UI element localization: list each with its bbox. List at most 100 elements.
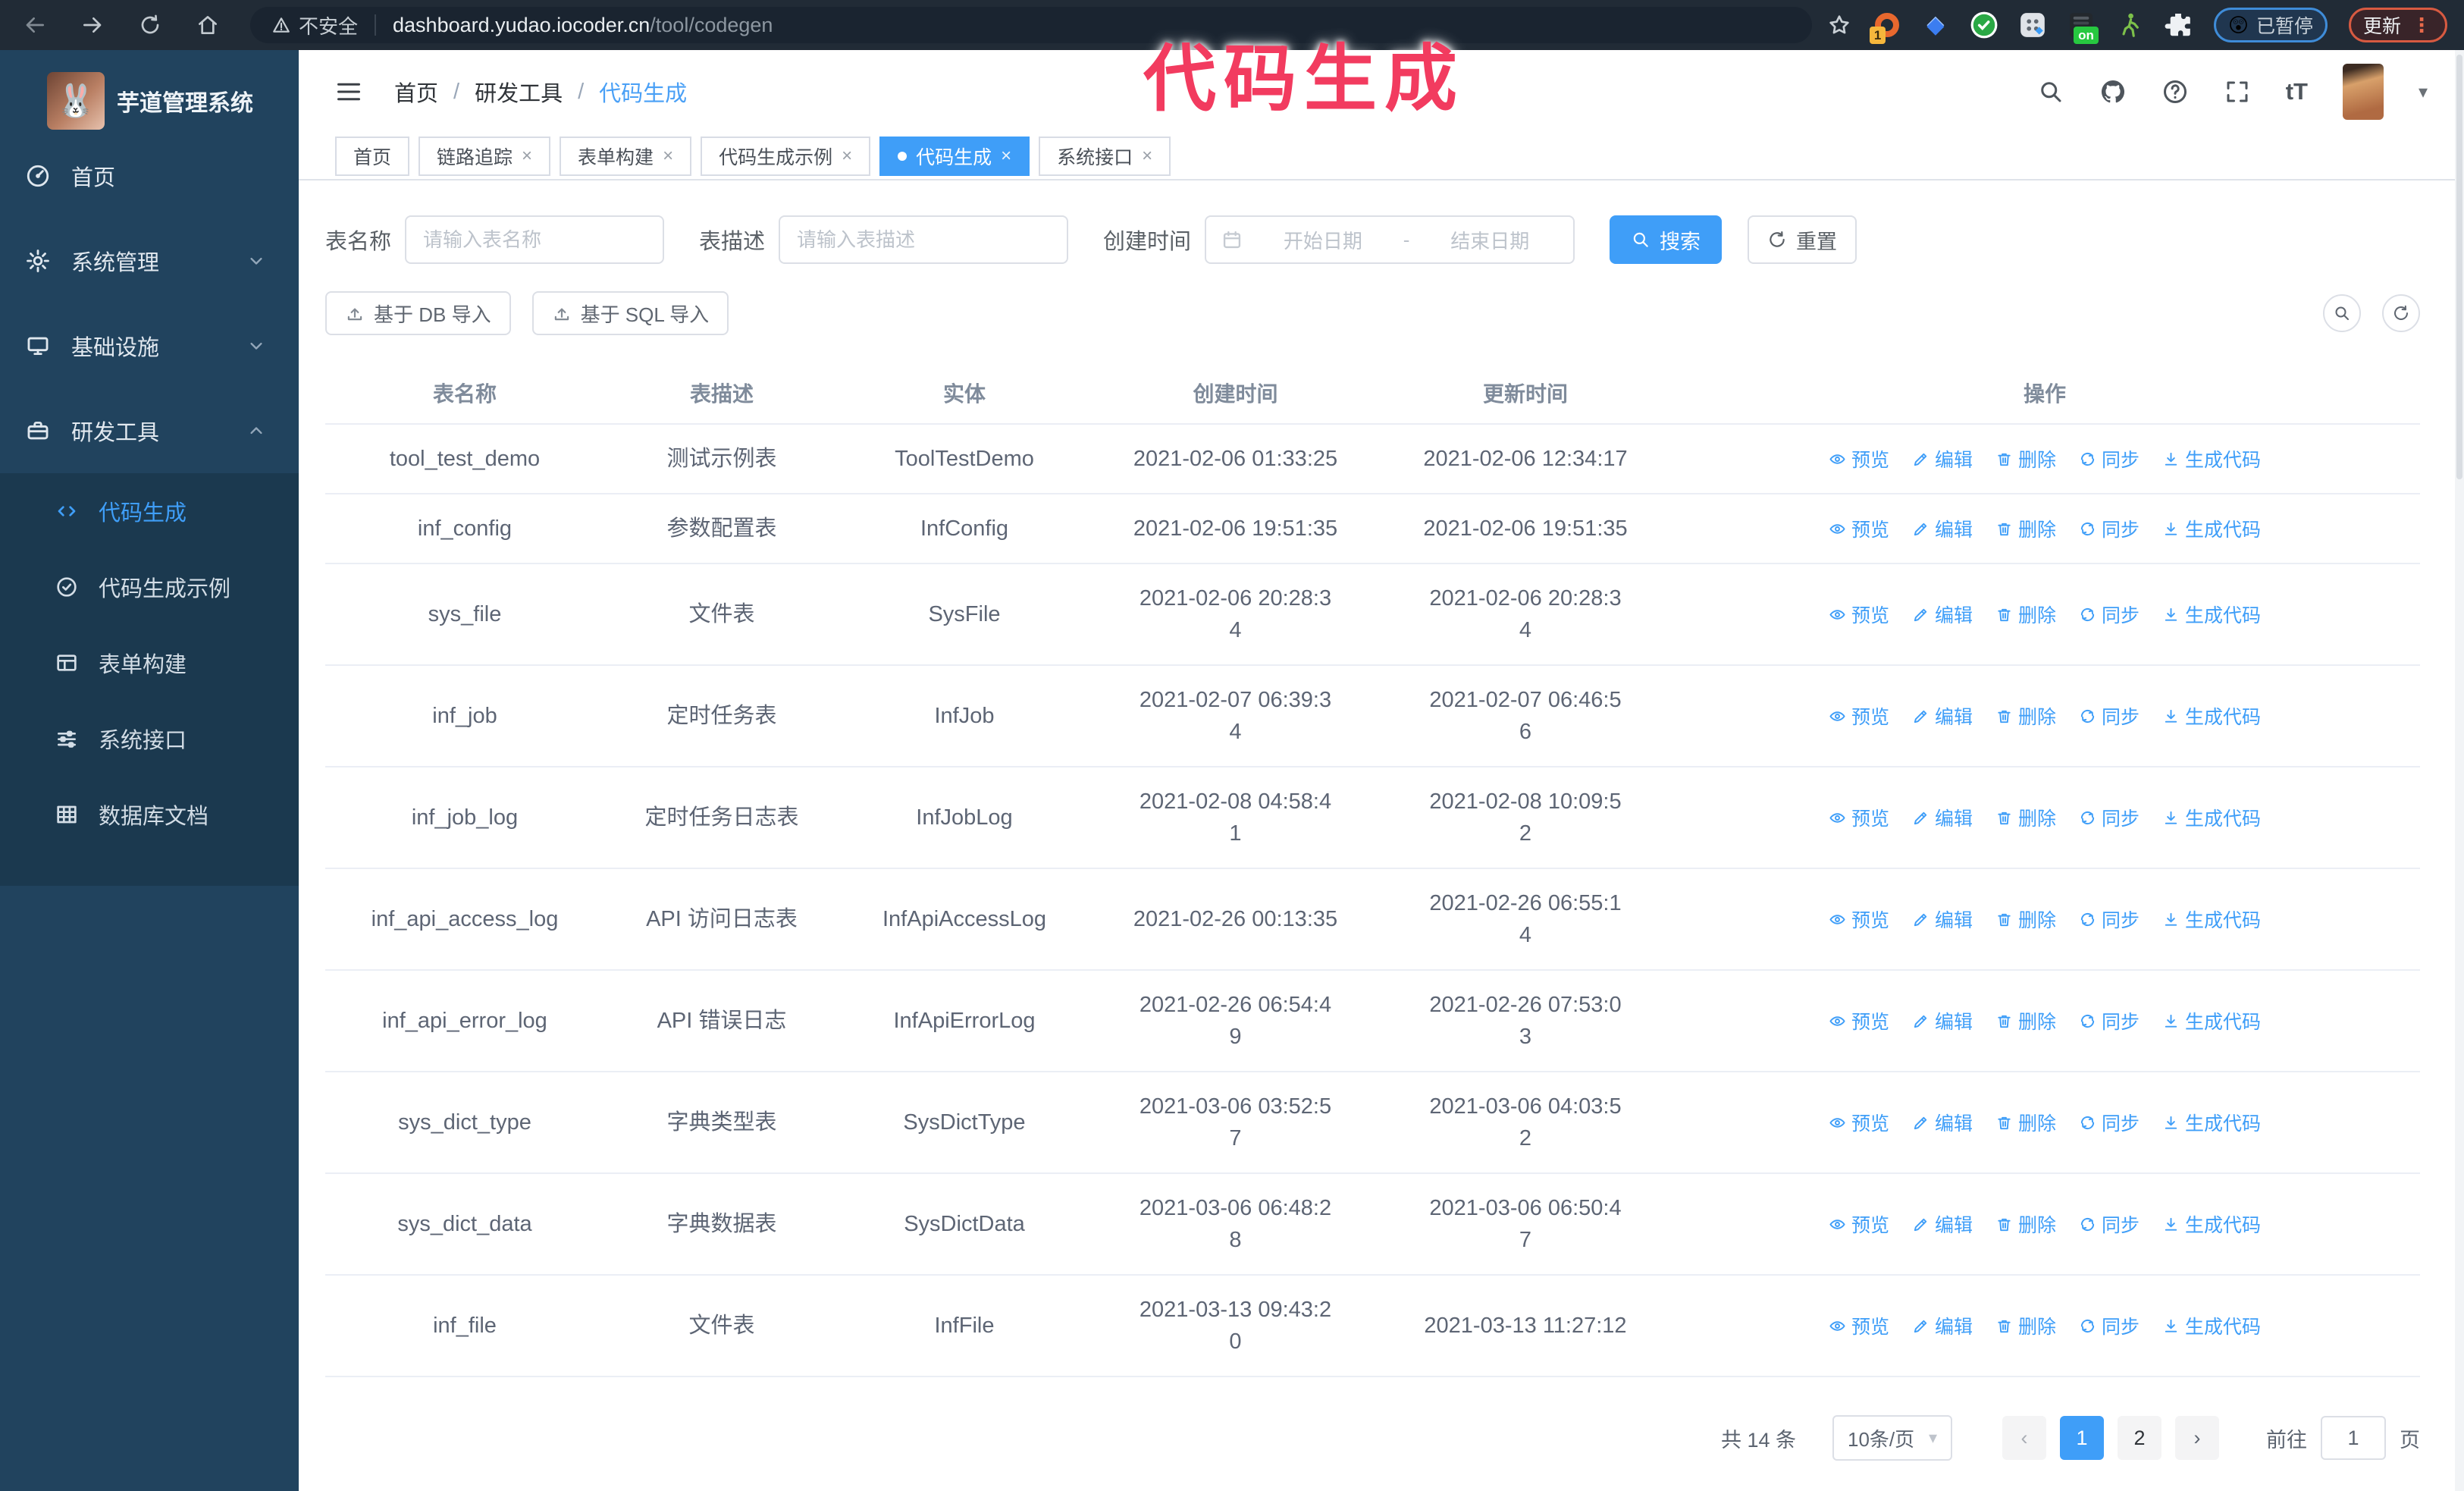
ext-puzzle-icon[interactable] xyxy=(2164,11,2193,39)
address-bar[interactable]: 不安全 dashboard.yudao.iocoder.cn/tool/code… xyxy=(250,7,1812,43)
action-删除[interactable]: 删除 xyxy=(1995,515,2056,542)
user-avatar[interactable] xyxy=(2342,64,2384,120)
github-icon[interactable] xyxy=(2099,78,2127,105)
action-预览[interactable]: 预览 xyxy=(1829,906,1889,933)
import-db-button[interactable]: 基于 DB 导入 xyxy=(325,291,511,335)
ext-blue-gem-icon[interactable] xyxy=(1921,11,1950,39)
search-button[interactable]: 搜索 xyxy=(1610,215,1723,264)
start-date-placeholder[interactable]: 开始日期 xyxy=(1255,226,1391,254)
prev-page-button[interactable]: ‹ xyxy=(2002,1416,2046,1460)
sidebar-item-devtools[interactable]: 研发工具 xyxy=(0,388,299,473)
sidebar-item-db-doc[interactable]: 数据库文档 xyxy=(0,777,299,852)
action-生成代码[interactable]: 生成代码 xyxy=(2162,804,2261,831)
kebab-menu-icon[interactable]: ⋮ xyxy=(2412,14,2433,37)
sidebar-item-infra[interactable]: 基础设施 xyxy=(0,303,299,388)
close-icon[interactable]: × xyxy=(1142,147,1152,165)
end-date-placeholder[interactable]: 结束日期 xyxy=(1422,226,1558,254)
bookmark-star-icon[interactable] xyxy=(1827,13,1851,37)
page-size-select[interactable]: 10条/页 ▾ xyxy=(1832,1415,1952,1461)
action-编辑[interactable]: 编辑 xyxy=(1912,1210,1973,1238)
action-删除[interactable]: 删除 xyxy=(1995,1007,2056,1034)
action-编辑[interactable]: 编辑 xyxy=(1912,1109,1973,1136)
security-label[interactable]: 不安全 xyxy=(299,11,358,39)
action-同步[interactable]: 同步 xyxy=(2079,906,2140,933)
action-生成代码[interactable]: 生成代码 xyxy=(2162,601,2261,628)
hamburger-icon[interactable] xyxy=(335,78,362,105)
action-删除[interactable]: 删除 xyxy=(1995,804,2056,831)
action-删除[interactable]: 删除 xyxy=(1995,906,2056,933)
update-button[interactable]: 更新 ⋮ xyxy=(2348,8,2447,42)
action-生成代码[interactable]: 生成代码 xyxy=(2162,515,2261,542)
import-sql-button[interactable]: 基于 SQL 导入 xyxy=(531,291,729,335)
ext-dark-on-icon[interactable]: on xyxy=(2067,11,2099,44)
tab-代码生成示例[interactable]: 代码生成示例 × xyxy=(701,137,871,176)
action-编辑[interactable]: 编辑 xyxy=(1912,445,1973,472)
action-编辑[interactable]: 编辑 xyxy=(1912,601,1973,628)
action-同步[interactable]: 同步 xyxy=(2079,1007,2140,1034)
ext-green-check-icon[interactable] xyxy=(1970,11,1998,39)
action-编辑[interactable]: 编辑 xyxy=(1912,515,1973,542)
action-删除[interactable]: 删除 xyxy=(1995,702,2056,730)
forward-icon[interactable] xyxy=(80,13,105,37)
action-生成代码[interactable]: 生成代码 xyxy=(2162,1210,2261,1238)
action-同步[interactable]: 同步 xyxy=(2079,1210,2140,1238)
back-icon[interactable] xyxy=(23,13,47,37)
action-预览[interactable]: 预览 xyxy=(1829,804,1889,831)
home-icon[interactable] xyxy=(196,13,220,37)
fullscreen-icon[interactable] xyxy=(2224,78,2251,105)
action-同步[interactable]: 同步 xyxy=(2079,702,2140,730)
tab-代码生成[interactable]: 代码生成 × xyxy=(879,137,1030,176)
toggle-search-button[interactable] xyxy=(2323,294,2361,332)
close-icon[interactable]: × xyxy=(522,147,532,165)
action-删除[interactable]: 删除 xyxy=(1995,1210,2056,1238)
refresh-table-button[interactable] xyxy=(2382,294,2420,332)
action-生成代码[interactable]: 生成代码 xyxy=(2162,702,2261,730)
action-预览[interactable]: 预览 xyxy=(1829,601,1889,628)
action-同步[interactable]: 同步 xyxy=(2079,515,2140,542)
page-button-2[interactable]: 2 xyxy=(2118,1416,2161,1460)
action-生成代码[interactable]: 生成代码 xyxy=(2162,1007,2261,1034)
action-删除[interactable]: 删除 xyxy=(1995,1109,2056,1136)
ext-green-figure-icon[interactable] xyxy=(2115,11,2144,39)
table-name-input[interactable] xyxy=(405,215,665,264)
search-icon[interactable] xyxy=(2037,78,2064,105)
action-同步[interactable]: 同步 xyxy=(2079,1312,2140,1339)
close-icon[interactable]: × xyxy=(842,147,852,165)
breadcrumb-devtools[interactable]: 研发工具 xyxy=(475,76,563,108)
breadcrumb-home[interactable]: 首页 xyxy=(394,76,438,108)
date-range-picker[interactable]: 开始日期 - 结束日期 xyxy=(1205,215,1575,264)
action-生成代码[interactable]: 生成代码 xyxy=(2162,906,2261,933)
action-编辑[interactable]: 编辑 xyxy=(1912,1312,1973,1339)
scrollbar-thumb[interactable] xyxy=(2456,55,2462,479)
action-预览[interactable]: 预览 xyxy=(1829,1109,1889,1136)
action-预览[interactable]: 预览 xyxy=(1829,1312,1889,1339)
sidebar-item-codegen-example[interactable]: 代码生成示例 xyxy=(0,549,299,625)
action-同步[interactable]: 同步 xyxy=(2079,445,2140,472)
tab-链路追踪[interactable]: 链路追踪 × xyxy=(419,137,551,176)
action-删除[interactable]: 删除 xyxy=(1995,445,2056,472)
action-删除[interactable]: 删除 xyxy=(1995,601,2056,628)
table-desc-input[interactable] xyxy=(779,215,1069,264)
reset-button[interactable]: 重置 xyxy=(1748,215,1857,264)
tab-表单构建[interactable]: 表单构建 × xyxy=(560,137,692,176)
action-生成代码[interactable]: 生成代码 xyxy=(2162,445,2261,472)
action-同步[interactable]: 同步 xyxy=(2079,1109,2140,1136)
action-编辑[interactable]: 编辑 xyxy=(1912,1007,1973,1034)
sidebar-item-system-api[interactable]: 系统接口 xyxy=(0,701,299,777)
sidebar-item-codegen[interactable]: 代码生成 xyxy=(0,473,299,549)
reload-icon[interactable] xyxy=(138,13,162,37)
action-预览[interactable]: 预览 xyxy=(1829,702,1889,730)
action-生成代码[interactable]: 生成代码 xyxy=(2162,1312,2261,1339)
action-编辑[interactable]: 编辑 xyxy=(1912,804,1973,831)
help-icon[interactable] xyxy=(2161,78,2189,105)
action-预览[interactable]: 预览 xyxy=(1829,1007,1889,1034)
font-size-icon[interactable]: tT xyxy=(2286,78,2308,105)
page-button-1[interactable]: 1 xyxy=(2060,1416,2104,1460)
tab-首页[interactable]: 首页 xyxy=(335,137,410,176)
paused-badge[interactable]: 😲 已暂停 xyxy=(2213,8,2328,42)
action-预览[interactable]: 预览 xyxy=(1829,515,1889,542)
action-编辑[interactable]: 编辑 xyxy=(1912,906,1973,933)
action-同步[interactable]: 同步 xyxy=(2079,601,2140,628)
tab-系统接口[interactable]: 系统接口 × xyxy=(1039,137,1171,176)
action-删除[interactable]: 删除 xyxy=(1995,1312,2056,1339)
